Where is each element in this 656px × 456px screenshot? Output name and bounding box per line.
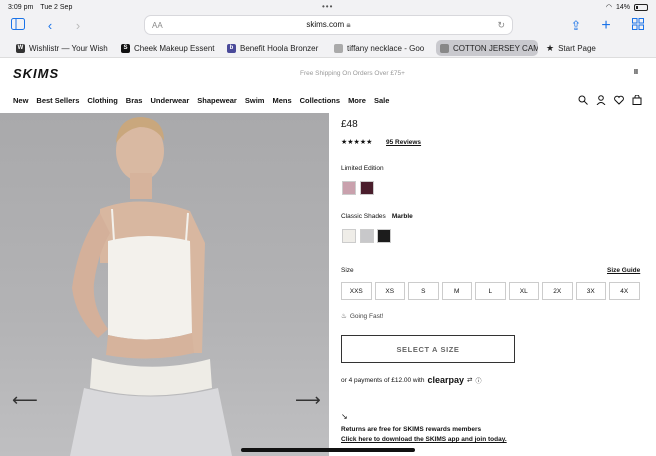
size-xxs[interactable]: XXS	[341, 282, 372, 300]
swatch-grey[interactable]	[360, 229, 374, 243]
swatch-marble[interactable]	[342, 229, 356, 243]
nav-sale[interactable]: Sale	[374, 96, 389, 105]
next-image-arrow-icon[interactable]: ⟶	[295, 390, 321, 411]
url-text: skims.com 🔒︎	[306, 20, 351, 29]
nav-underwear[interactable]: Underwear	[150, 96, 189, 105]
select-size-button[interactable]: SELECT A SIZE	[341, 335, 515, 363]
tab-favicon: b	[227, 43, 236, 53]
download-app-link[interactable]: Click here to download the SKIMS app and…	[341, 436, 507, 443]
new-tab-icon[interactable]: +	[598, 18, 614, 34]
tab-bar: W Wishlistr — Your Wish S Cheek Makeup E…	[0, 38, 656, 58]
product-price: £48	[341, 119, 358, 130]
nav-mens[interactable]: Mens	[272, 96, 291, 105]
clearpay-logo: clearpay	[427, 375, 464, 385]
size-xs[interactable]: XS	[374, 282, 405, 300]
main-nav: New Best Sellers Clothing Bras Underwear…	[13, 96, 389, 105]
address-bar[interactable]: AA skims.com 🔒︎ ↻	[144, 15, 513, 35]
nav-best-sellers[interactable]: Best Sellers	[36, 96, 79, 105]
selected-shade: Marble	[391, 213, 413, 220]
nav-new[interactable]: New	[13, 96, 28, 105]
nav-collections[interactable]: Collections	[300, 96, 340, 105]
size-3x[interactable]: 3X	[575, 282, 606, 300]
tab-overview-icon[interactable]	[630, 18, 646, 34]
sidebar-icon[interactable]	[10, 18, 26, 34]
swatch-black[interactable]	[377, 229, 391, 243]
size-l[interactable]: L	[475, 282, 506, 300]
search-icon[interactable]	[578, 95, 588, 105]
prev-image-arrow-icon[interactable]: ⟵	[12, 390, 38, 411]
size-options: XXS XS S M L XL 2X 3X 4X	[341, 282, 640, 300]
diagonal-arrow-icon: ↘	[341, 412, 348, 421]
battery-icon	[634, 3, 648, 11]
size-2x[interactable]: 2X	[542, 282, 573, 300]
size-guide-link[interactable]: Size Guide	[607, 267, 640, 274]
home-indicator[interactable]	[241, 448, 415, 452]
promo-banner: Free Shipping On Orders Over £75+	[300, 70, 405, 77]
tab-start-page[interactable]: ★ Start Page	[542, 40, 644, 56]
clearpay-arrows-icon: ⇄	[467, 377, 473, 384]
status-date: Tue 2 Sep	[40, 3, 73, 11]
reviews-link[interactable]: 95 Reviews	[386, 139, 421, 146]
lock-icon: 🔒︎	[346, 20, 351, 29]
account-icon[interactable]	[596, 95, 606, 106]
share-icon[interactable]: ⇪	[568, 18, 584, 34]
wifi-icon: ◠	[605, 4, 612, 11]
nav-shapewear[interactable]: Shapewear	[197, 96, 237, 105]
wishlist-heart-icon[interactable]	[614, 95, 624, 105]
nav-more[interactable]: More	[348, 96, 366, 105]
rating-stars: ★★★★★	[341, 139, 373, 146]
site-logo[interactable]: SKIMS	[13, 66, 59, 81]
size-s[interactable]: S	[408, 282, 439, 300]
nav-swim[interactable]: Swim	[245, 96, 265, 105]
star-icon: ★	[546, 42, 555, 53]
size-xl[interactable]: XL	[508, 282, 539, 300]
status-bar: 3:09 pm Tue 2 Sep ••• ◠ 14%	[0, 0, 656, 14]
swatch-limited-pink[interactable]	[342, 181, 356, 195]
flame-icon: ♨	[341, 313, 347, 320]
bag-icon[interactable]	[632, 94, 642, 105]
battery-percent: 14%	[615, 3, 630, 11]
tab-tiffany[interactable]: tiffany necklace - Goo	[330, 40, 432, 56]
multitask-dots-icon[interactable]: •••	[322, 2, 333, 11]
nav-clothing[interactable]: Clothing	[87, 96, 117, 105]
info-icon[interactable]: ⓘ	[475, 376, 481, 385]
back-icon[interactable]: ‹	[42, 18, 58, 34]
limited-edition-label: Limited Edition	[341, 165, 384, 172]
product-image[interactable]	[0, 113, 329, 456]
tab-cotton-jersey[interactable]: COTTON JERSEY CAM	[436, 40, 538, 56]
browser-toolbar: ‹ › AA skims.com 🔒︎ ↻ ⇪ +	[0, 14, 656, 38]
going-fast-note: ♨ Going Fast!	[341, 312, 384, 321]
tab-favicon	[440, 43, 449, 53]
clearpay-info: or 4 payments of £12.00 with clearpay ⇄ …	[341, 375, 482, 385]
size-label: Size	[341, 267, 354, 274]
pause-banner-button[interactable]: II	[634, 69, 638, 76]
returns-info: Returns are free for SKIMS rewards membe…	[341, 426, 482, 433]
tab-wishlistr[interactable]: W Wishlistr — Your Wish	[12, 40, 114, 56]
tab-cheek-makeup[interactable]: S Cheek Makeup Essent	[117, 40, 219, 56]
swatch-limited-burgundy[interactable]	[360, 181, 374, 195]
size-m[interactable]: M	[441, 282, 472, 300]
size-4x[interactable]: 4X	[609, 282, 640, 300]
tab-favicon: S	[121, 43, 130, 53]
status-time: 3:09 pm	[8, 3, 34, 11]
tab-favicon	[334, 43, 343, 53]
classic-shades-label: Classic Shades Marble	[341, 213, 413, 220]
tab-favicon: W	[16, 43, 25, 53]
header-icons	[578, 94, 642, 106]
forward-icon[interactable]: ›	[70, 18, 86, 34]
tab-benefit[interactable]: b Benefit Hoola Bronzer	[223, 40, 325, 56]
nav-bras[interactable]: Bras	[126, 96, 143, 105]
